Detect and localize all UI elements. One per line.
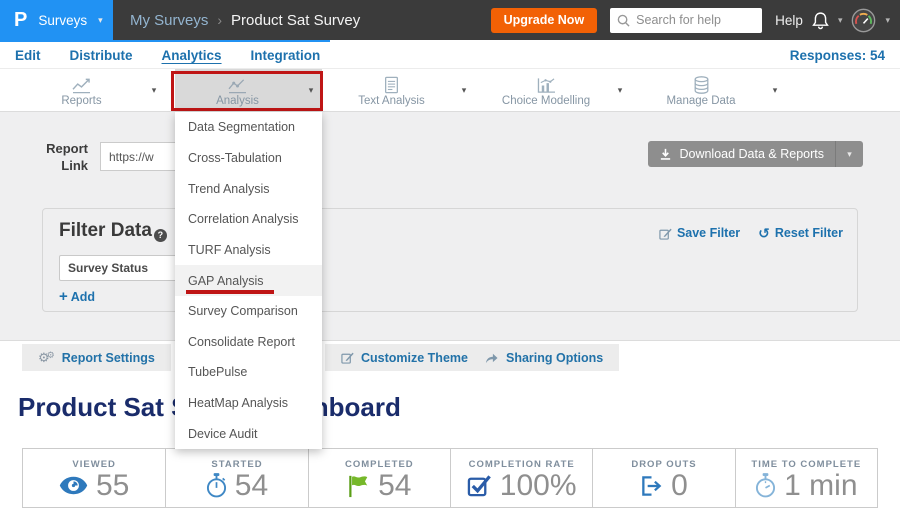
- toolbar-reports[interactable]: Reports ▾: [20, 69, 165, 111]
- analysis-dropdown-menu: Data Segmentation Cross-Tabulation Trend…: [175, 112, 322, 449]
- toolbar-manage-data[interactable]: Manage Data ▾: [638, 69, 786, 111]
- toolbar-choice-modelling[interactable]: Choice Modelling ▾: [483, 69, 631, 111]
- breadcrumb-current-survey: Product Sat Survey: [231, 12, 360, 29]
- report-panel: Report Link Download Data & Reports ▾ Fi…: [0, 112, 900, 341]
- menu-item-tubepulse[interactable]: TubePulse: [175, 357, 322, 388]
- database-icon: [693, 76, 710, 94]
- menu-item-cross-tabulation[interactable]: Cross-Tabulation: [175, 143, 322, 174]
- toolbar-label: Reports: [61, 95, 101, 107]
- surveys-menu-label: Surveys: [38, 13, 87, 28]
- nav-edit[interactable]: Edit: [15, 48, 41, 63]
- menu-item-heatmap-analysis[interactable]: HeatMap Analysis: [175, 388, 322, 419]
- analytics-toolbar: Reports ▾ Analysis ▾ Text Analysis ▾ Cho…: [0, 69, 900, 112]
- annotation-underline: [186, 290, 274, 294]
- stopwatch-icon: [206, 473, 227, 498]
- stat-completed: COMPLETED 54: [308, 449, 450, 507]
- plus-icon: +: [59, 289, 68, 304]
- tab-report-settings[interactable]: ⚙⚙ Report Settings: [22, 344, 171, 371]
- help-tooltip-icon[interactable]: ?: [154, 229, 167, 242]
- nav-distribute[interactable]: Distribute: [70, 48, 133, 63]
- stat-drop-outs: DROP OUTS 0: [592, 449, 734, 507]
- line-chart-icon: [71, 76, 92, 94]
- help-search-input[interactable]: [636, 13, 755, 27]
- chevron-down-icon[interactable]: ▾: [885, 16, 890, 25]
- nav-analytics[interactable]: Analytics: [162, 48, 222, 63]
- bell-icon: [812, 11, 829, 30]
- pencil-square-icon: [659, 227, 672, 240]
- toolbar-label: Choice Modelling: [502, 95, 590, 107]
- download-options-toggle[interactable]: ▾: [835, 141, 863, 167]
- exit-icon: [640, 475, 663, 497]
- toolbar-text-analysis[interactable]: Text Analysis ▾: [330, 69, 475, 111]
- chevron-down-icon[interactable]: ▾: [764, 86, 786, 95]
- chevron-down-icon[interactable]: ▾: [453, 86, 475, 95]
- breadcrumb-separator-icon: ›: [217, 12, 222, 28]
- help-link[interactable]: Help: [775, 13, 803, 28]
- stat-viewed: VIEWED 55: [23, 449, 165, 507]
- search-icon: [617, 14, 630, 27]
- filter-data-box: Filter Data? Save Filter ↺ Reset Filter …: [42, 208, 858, 312]
- add-filter-button[interactable]: + Add: [59, 289, 95, 304]
- menu-item-data-segmentation[interactable]: Data Segmentation: [175, 112, 322, 143]
- tab-sharing-options[interactable]: Sharing Options: [468, 344, 619, 371]
- notifications-bell-button[interactable]: [812, 11, 829, 30]
- chevron-down-icon[interactable]: ▾: [143, 86, 165, 95]
- menu-item-trend-analysis[interactable]: Trend Analysis: [175, 173, 322, 204]
- responses-count[interactable]: Responses: 54: [790, 48, 885, 63]
- nav-integration[interactable]: Integration: [251, 48, 321, 63]
- breadcrumb-my-surveys[interactable]: My Surveys: [130, 12, 208, 29]
- topbar: P Surveys ▾ My Surveys › Product Sat Sur…: [0, 0, 900, 40]
- questionpro-logo-icon: P: [14, 10, 27, 30]
- pencil-square-icon: [341, 351, 354, 364]
- flag-icon: [347, 474, 370, 498]
- account-gauge-icon: [851, 8, 876, 33]
- download-data-reports-button[interactable]: Download Data & Reports: [648, 141, 835, 167]
- menu-item-gap-analysis[interactable]: GAP Analysis: [175, 265, 322, 296]
- reset-icon: ↺: [758, 226, 770, 240]
- topbar-actions: Upgrade Now Help ▾ ▾: [491, 8, 900, 33]
- toolbar-label: Text Analysis: [358, 95, 424, 107]
- stat-started: STARTED 54: [165, 449, 307, 507]
- toolbar-analysis[interactable]: Analysis ▾: [175, 69, 322, 111]
- reset-filter-button[interactable]: ↺ Reset Filter: [758, 226, 843, 240]
- upgrade-now-button[interactable]: Upgrade Now: [491, 8, 598, 33]
- stat-time-to-complete: TIME TO COMPLETE 1 min: [735, 449, 877, 507]
- survey-stats-bar: VIEWED 55 STARTED 54 COMPLETED 54 COMPLE…: [22, 448, 878, 508]
- chevron-down-icon[interactable]: ▾: [609, 86, 631, 95]
- help-search: [610, 8, 762, 33]
- chevron-down-icon[interactable]: ▾: [300, 86, 322, 95]
- menu-item-consolidate-report[interactable]: Consolidate Report: [175, 326, 322, 357]
- download-icon: [659, 148, 672, 161]
- menu-item-correlation-analysis[interactable]: Correlation Analysis: [175, 204, 322, 235]
- chevron-down-icon: ▾: [98, 16, 103, 25]
- bar-line-chart-icon: [536, 76, 557, 94]
- breadcrumb: My Surveys › Product Sat Survey: [130, 12, 360, 29]
- timer-icon: [755, 473, 776, 498]
- toolbar-label: Manage Data: [666, 95, 735, 107]
- document-icon: [384, 76, 399, 94]
- filter-data-title: Filter Data?: [59, 220, 167, 242]
- filter-actions: Save Filter ↺ Reset Filter: [659, 226, 843, 240]
- eye-icon: [59, 476, 88, 495]
- gears-icon: ⚙⚙: [38, 351, 55, 364]
- report-link-label: Report Link: [34, 140, 88, 174]
- survey-nav: Edit Distribute Analytics Integration Re…: [0, 42, 900, 69]
- save-filter-button[interactable]: Save Filter: [659, 226, 740, 240]
- toolbar-label: Analysis: [216, 95, 259, 107]
- menu-item-device-audit[interactable]: Device Audit: [175, 418, 322, 449]
- checkbox-icon: [467, 473, 492, 498]
- download-data-reports-split-button: Download Data & Reports ▾: [648, 141, 863, 167]
- app-switcher-surveys[interactable]: P Surveys ▾: [0, 0, 113, 40]
- menu-item-turf-analysis[interactable]: TURF Analysis: [175, 235, 322, 266]
- stat-completion-rate: COMPLETION RATE 100%: [450, 449, 592, 507]
- share-arrow-icon: [484, 351, 499, 364]
- menu-item-survey-comparison[interactable]: Survey Comparison: [175, 296, 322, 327]
- avatar[interactable]: [851, 8, 876, 33]
- chevron-down-icon[interactable]: ▾: [838, 16, 843, 25]
- chevron-down-icon: ▾: [847, 150, 852, 159]
- analysis-chart-icon: [227, 76, 248, 94]
- tab-customize-theme[interactable]: Customize Theme: [325, 344, 484, 371]
